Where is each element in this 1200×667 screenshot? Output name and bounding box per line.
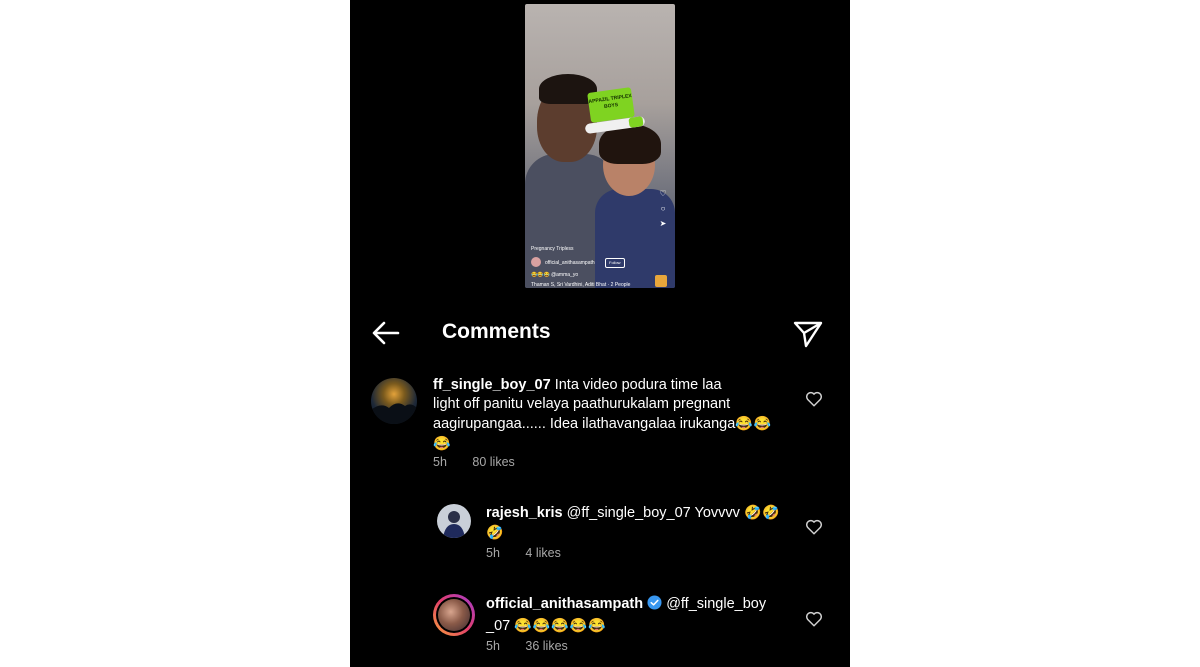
like-count[interactable]: 36 likes [525, 639, 567, 653]
comments-header: Comments [350, 314, 850, 352]
avatar[interactable] [437, 504, 471, 538]
comment-meta: 5h 4 likes [486, 546, 583, 560]
comment-text: Inta video podura time laa [554, 377, 722, 393]
reel-actions: ♡ ○ ➤ [656, 189, 670, 228]
music-icon[interactable] [655, 275, 667, 287]
comment-text: @ff_single_boy [666, 596, 767, 612]
phone-screen: APPAZIL TRIPLEX BOYS ♡ ○ ➤ Pregnancy Tri… [350, 0, 850, 667]
comment-icon[interactable]: ○ [661, 204, 666, 213]
tube-cap [628, 116, 644, 128]
send-icon[interactable] [792, 318, 824, 350]
heart-icon[interactable] [805, 610, 823, 628]
heart-icon[interactable]: ♡ [659, 189, 666, 198]
avatar[interactable] [371, 378, 417, 424]
avatar[interactable] [531, 257, 541, 267]
emoji: 🤣🤣 [743, 504, 781, 520]
comment-username[interactable]: official_anithasampath [486, 596, 643, 612]
comment-body: ff_single_boy_07 Inta video podura time … [433, 376, 793, 454]
comment-username[interactable]: ff_single_boy_07 [433, 377, 551, 393]
video-preview[interactable]: APPAZIL TRIPLEX BOYS ♡ ○ ➤ Pregnancy Tri… [525, 4, 675, 288]
emoji: 😂😂 [735, 415, 773, 431]
comment-username[interactable]: rajesh_kris [486, 505, 563, 521]
heart-icon[interactable] [805, 390, 823, 408]
tagged-people[interactable]: Thaman S, Sri Vardhini, Aditi Bhat · 2 P… [531, 282, 630, 288]
page-title: Comments [442, 320, 551, 343]
emoji: 🤣 [486, 524, 505, 540]
comment-meta: 5h 80 likes [433, 455, 537, 469]
comment-text: _07 [486, 618, 511, 634]
share-icon[interactable]: ➤ [660, 219, 667, 228]
comment-text: aagirupangaa...... Idea ilathavangalaa i… [433, 416, 736, 432]
like-count[interactable]: 80 likes [472, 455, 514, 469]
comment-time: 5h [486, 546, 500, 560]
back-arrow-icon[interactable] [370, 319, 402, 347]
video-username[interactable]: official_anithasampath [545, 260, 595, 266]
comment-time: 5h [433, 455, 447, 469]
heart-icon[interactable] [805, 518, 823, 536]
like-count[interactable]: 4 likes [525, 546, 560, 560]
comment-time: 5h [486, 639, 500, 653]
comment-body: rajesh_kris @ff_single_boy_07 Yovvvv 🤣🤣 … [486, 503, 786, 543]
comment-meta: 5h 36 likes [486, 639, 590, 653]
song-label[interactable]: Pregnancy Tripless [531, 246, 574, 252]
video-caption: 😂😂😂 @amma_yo [531, 272, 579, 278]
emoji: 😂😂😂😂😂 [514, 617, 607, 633]
verified-badge-icon [647, 595, 662, 616]
comment-text: light off panitu velaya paathurukalam pr… [433, 396, 731, 412]
emoji: 😂 [433, 435, 452, 451]
comment-text: @ff_single_boy_07 Yovvvv [566, 505, 740, 521]
follow-button[interactable]: Follow [605, 258, 625, 268]
avatar[interactable] [433, 594, 475, 636]
comment-body: official_anithasampath @ff_single_boy _0… [486, 595, 786, 636]
